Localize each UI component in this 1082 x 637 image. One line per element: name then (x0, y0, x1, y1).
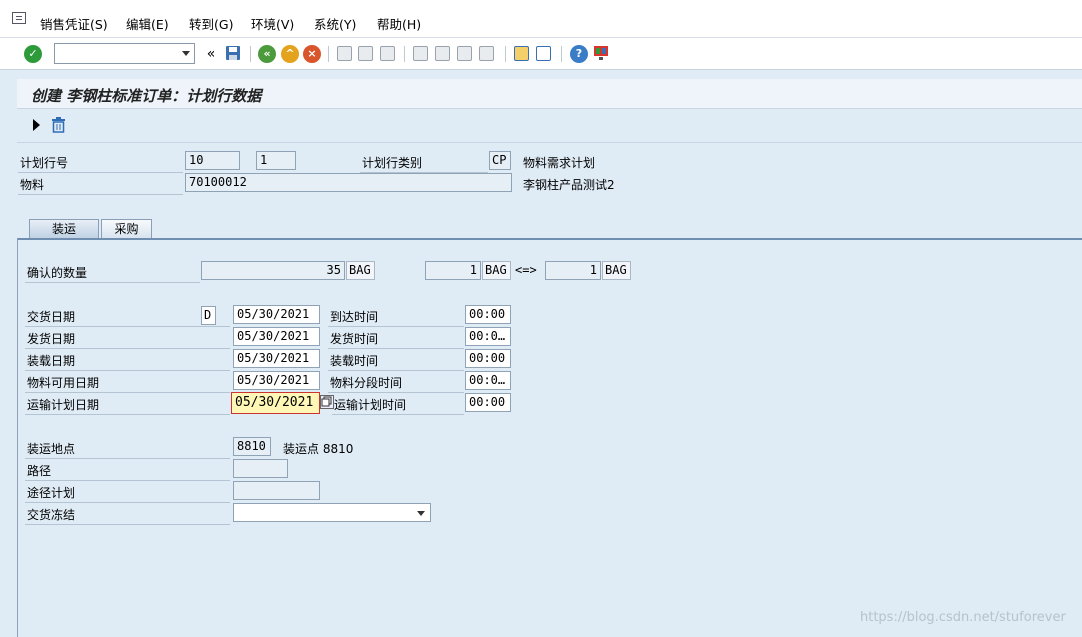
loading-time-label: 装载时间 (330, 354, 379, 368)
print-icon[interactable] (337, 46, 352, 61)
arrival-time-label: 到达时间 (330, 310, 379, 324)
application-toolbar (17, 109, 1082, 143)
loading-date-field[interactable]: 05/30/2021 (233, 349, 320, 368)
find-icon[interactable] (358, 46, 373, 61)
ratio-arrow: <=> (515, 263, 537, 277)
tab-procurement-label: 采购 (114, 222, 139, 236)
menu-edit[interactable]: 编辑(E) (126, 14, 169, 33)
find-next-icon[interactable] (380, 46, 395, 61)
route-schedule-label: 途径计划 (27, 486, 76, 500)
material-description: 李钢柱产品测试2 (523, 178, 615, 192)
new-session-icon[interactable] (514, 46, 529, 61)
double-chevron-left-icon[interactable]: « (202, 45, 220, 63)
exit-icon[interactable]: ^ (281, 45, 299, 63)
shipping-point-field[interactable]: 8810 (233, 437, 271, 456)
last-page-icon[interactable] (479, 46, 494, 61)
schedule-line-category-field[interactable]: CP (489, 151, 511, 170)
route-field[interactable] (233, 459, 288, 478)
item-number-field[interactable]: 10 (185, 151, 240, 170)
material-label: 物料 (20, 178, 45, 192)
schedule-line-category-desc: 物料需求计划 (523, 156, 596, 170)
trash-icon[interactable] (51, 117, 65, 133)
route-schedule-field[interactable] (233, 481, 320, 500)
transport-planning-time-label: 运输计划时间 (334, 398, 407, 412)
back-icon[interactable]: « (258, 45, 276, 63)
schedule-line-label: 计划行号 (20, 156, 69, 170)
shipping-point-description: 装运点 8810 (283, 442, 354, 456)
menu-help[interactable]: 帮助(H) (377, 14, 421, 33)
delivery-block-label: 交货冻结 (27, 508, 76, 522)
chevron-down-icon[interactable] (182, 51, 190, 56)
delivery-date-field[interactable]: 05/30/2021 (233, 305, 320, 324)
help-icon[interactable]: ? (570, 45, 588, 63)
expand-triangle-icon[interactable] (33, 119, 40, 131)
tab-shipping-label: 装运 (51, 222, 76, 236)
goods-issue-date-label: 发货日期 (27, 332, 76, 346)
ratio-left-field[interactable]: 1 (425, 261, 481, 280)
menu-environment[interactable]: 环境(V) (251, 14, 294, 33)
goods-issue-date-field[interactable]: 05/30/2021 (233, 327, 320, 346)
watermark: https://blog.csdn.net/stuforever (860, 610, 1066, 625)
transport-planning-date-field[interactable]: 05/30/2021 (231, 392, 320, 414)
layout-menu-icon[interactable] (592, 45, 610, 63)
standard-toolbar: ✓ « « ^ × ? (0, 38, 1082, 70)
confirmed-qty-label: 确认的数量 (27, 266, 88, 280)
goods-issue-time-label: 发货时间 (330, 332, 379, 346)
save-icon[interactable] (224, 45, 242, 63)
loading-date-label: 装载日期 (27, 354, 76, 368)
date-format-indicator[interactable]: D (201, 306, 216, 325)
menu-icon[interactable] (12, 12, 26, 24)
menu-sales-document[interactable]: 销售凭证(S) (40, 14, 108, 33)
page-title: 创建 李钢柱标准订单：计划行数据 (31, 87, 262, 105)
menu-bar: 销售凭证(S) 编辑(E) 转到(G) 环境(V) 系统(Y) 帮助(H) (0, 0, 1082, 38)
shortcut-icon[interactable] (536, 46, 551, 61)
tab-procurement[interactable]: 采购 (101, 219, 152, 239)
tab-shipping[interactable]: 装运 (29, 219, 99, 239)
transport-planning-time-field[interactable]: 00:00 (465, 393, 511, 412)
first-page-icon[interactable] (413, 46, 428, 61)
material-availability-date-label: 物料可用日期 (27, 376, 100, 390)
calendar-icon[interactable] (320, 395, 334, 409)
material-field[interactable]: 70100012 (185, 173, 512, 192)
tab-panel-shipping (17, 238, 1082, 637)
shipping-point-label: 装运地点 (27, 442, 76, 456)
next-page-icon[interactable] (457, 46, 472, 61)
route-label: 路径 (27, 464, 52, 478)
enter-check-icon[interactable]: ✓ (24, 45, 42, 63)
ratio-left-unit-field[interactable]: BAG (482, 261, 511, 280)
material-staging-time-field[interactable]: 00:0… (465, 371, 511, 390)
transport-planning-date-label: 运输计划日期 (27, 398, 100, 412)
command-field[interactable] (54, 43, 195, 64)
title-bar: 创建 李钢柱标准订单：计划行数据 (17, 79, 1082, 109)
ratio-right-unit-field[interactable]: BAG (602, 261, 631, 280)
cancel-icon[interactable]: × (303, 45, 321, 63)
chevron-down-icon[interactable] (417, 511, 425, 516)
delivery-date-label: 交货日期 (27, 310, 76, 324)
goods-issue-time-field[interactable]: 00:0… (465, 327, 511, 346)
delivery-block-dropdown[interactable] (233, 503, 431, 522)
loading-time-field[interactable]: 00:00 (465, 349, 511, 368)
confirmed-unit-field[interactable]: BAG (346, 261, 375, 280)
arrival-time-field[interactable]: 00:00 (465, 305, 511, 324)
confirmed-qty-field[interactable]: 35 (201, 261, 345, 280)
material-staging-time-label: 物料分段时间 (330, 376, 403, 390)
previous-page-icon[interactable] (435, 46, 450, 61)
material-availability-date-field[interactable]: 05/30/2021 (233, 371, 320, 390)
menu-goto[interactable]: 转到(G) (189, 14, 233, 33)
schedule-line-category-label: 计划行类别 (362, 156, 423, 170)
ratio-right-field[interactable]: 1 (545, 261, 601, 280)
schedule-line-number-field[interactable]: 1 (256, 151, 296, 170)
menu-system[interactable]: 系统(Y) (314, 14, 356, 33)
